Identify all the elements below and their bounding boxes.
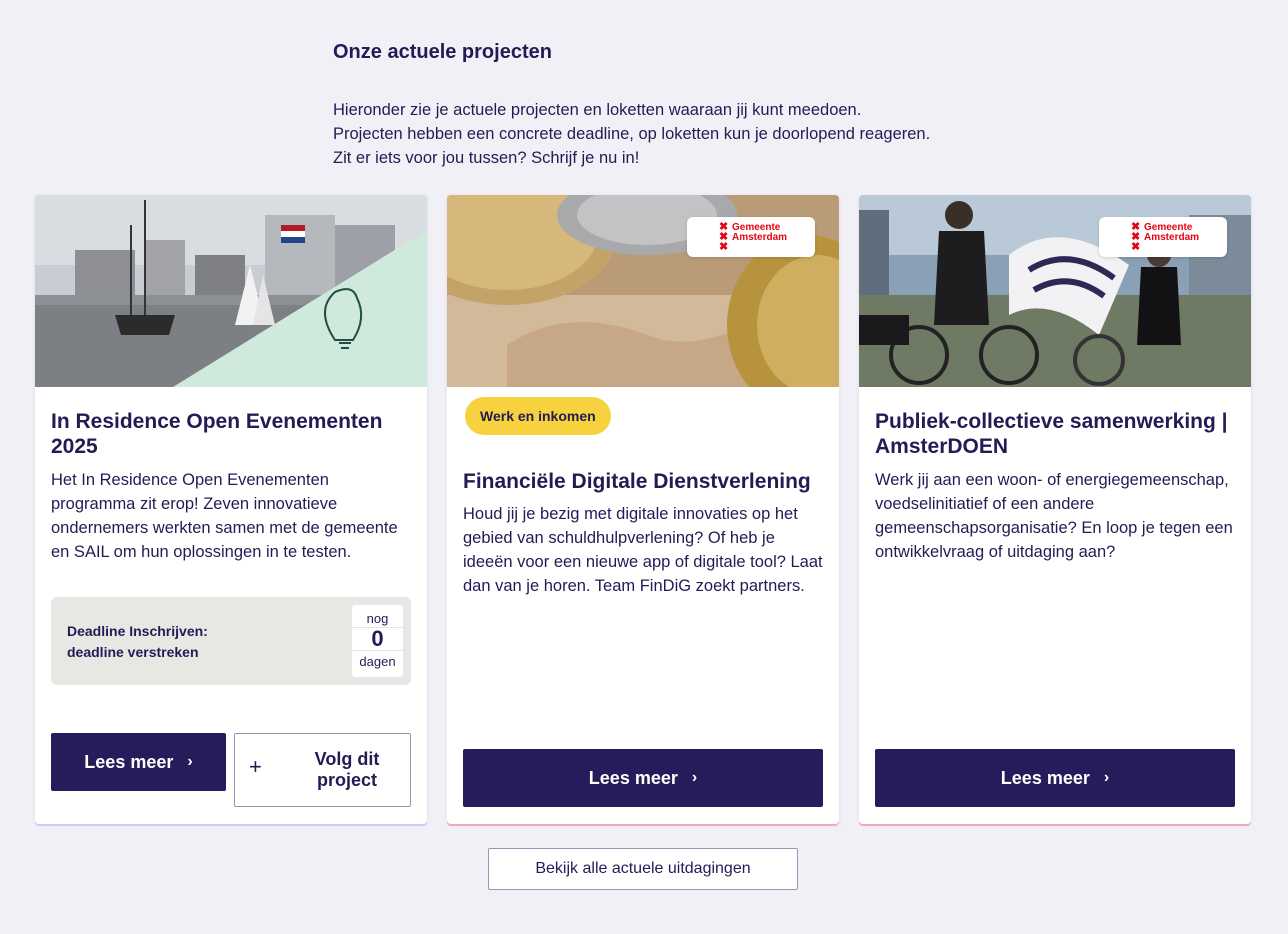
card-image-sail xyxy=(35,195,427,387)
card-description: Werk jij aan een woon- of energiegemeens… xyxy=(875,471,1233,561)
deadline-status: deadline verstreken xyxy=(67,644,199,660)
chevron-right-icon: › xyxy=(187,753,193,770)
amsterdam-crosses-icon: ✖ ✖ ✖ xyxy=(719,221,729,253)
section-intro: Hieronder zie je actuele projecten en lo… xyxy=(333,101,931,167)
project-card: ✖ ✖ ✖ Gemeente Amsterdam Werk en inkomen F… xyxy=(447,195,839,824)
logo-text-line2: Amsterdam xyxy=(1144,232,1200,243)
card-image-bikes: ✖ ✖ ✖ Gemeente Amsterdam xyxy=(859,195,1251,387)
card-description: Houd jij je bezig met digitale innovatie… xyxy=(463,505,823,595)
logo-text-line2: Amsterdam xyxy=(732,232,788,243)
read-more-button[interactable]: Lees meer › xyxy=(875,749,1235,807)
read-more-label: Lees meer xyxy=(1000,767,1090,788)
card-image-coins: ✖ ✖ ✖ Gemeente Amsterdam xyxy=(447,195,839,387)
deadline-label: Deadline Inschrijven: xyxy=(67,623,208,639)
counter-bottom-label: dagen xyxy=(359,654,396,669)
follow-project-label: Volg dit project xyxy=(314,749,380,790)
counter-value: 0 xyxy=(352,627,403,651)
card-title: Financiële Digitale Dienstverlening xyxy=(463,470,811,493)
deadline-box: Deadline Inschrijven: deadline verstreke… xyxy=(51,597,411,685)
amsterdam-crosses-icon: ✖ ✖ ✖ xyxy=(1131,221,1141,253)
gemeente-amsterdam-logo: ✖ ✖ ✖ Gemeente Amsterdam xyxy=(1099,217,1227,257)
view-all-challenges-button[interactable]: Bekijk alle actuele uitdagingen xyxy=(488,848,798,890)
chevron-right-icon: › xyxy=(691,769,698,786)
card-title: In Residence Open Evenementen 2025 xyxy=(51,410,383,458)
counter-top-label: nog xyxy=(366,611,389,626)
project-card: In Residence Open Evenementen 2025 Het I… xyxy=(35,195,427,824)
read-more-button[interactable]: Lees meer › xyxy=(51,733,226,791)
gemeente-amsterdam-logo: ✖ ✖ ✖ Gemeente Amsterdam xyxy=(687,217,815,257)
read-more-label: Lees meer xyxy=(588,767,678,788)
read-more-button[interactable]: Lees meer › xyxy=(463,749,823,807)
follow-project-button[interactable]: + Volg dit project xyxy=(234,733,411,807)
plus-icon: + xyxy=(249,754,262,779)
project-card: ✖ ✖ ✖ Gemeente Amsterdam Publiek-collectie… xyxy=(859,195,1251,824)
card-title: Publiek-collectieve samenwerking | Amste… xyxy=(875,410,1228,458)
days-counter: nog 0 dagen xyxy=(352,605,403,677)
card-description: Het In Residence Open Evenementen progra… xyxy=(51,471,398,561)
category-tag: Werk en inkomen xyxy=(465,397,611,435)
section-title: Onze actuele projecten xyxy=(333,41,552,63)
chevron-right-icon: › xyxy=(1103,769,1110,786)
read-more-label: Lees meer xyxy=(84,751,174,772)
